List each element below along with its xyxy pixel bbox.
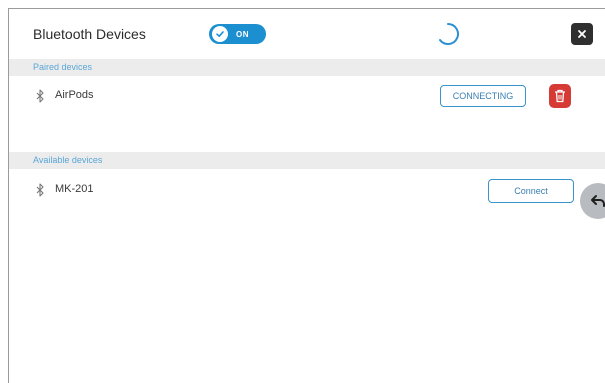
- list-item: AirPods CONNECTING: [9, 79, 605, 115]
- delete-device-button[interactable]: [549, 84, 571, 108]
- check-icon: [212, 26, 228, 42]
- loading-spinner-icon: [436, 22, 460, 46]
- connect-button[interactable]: Connect: [488, 179, 574, 203]
- close-icon: [578, 30, 586, 38]
- undo-button[interactable]: [580, 183, 605, 219]
- toggle-label: ON: [236, 29, 249, 39]
- bluetooth-panel: Bluetooth Devices ON Paired devices AirP…: [8, 8, 605, 383]
- panel-header: Bluetooth Devices ON: [9, 9, 605, 59]
- close-button[interactable]: [571, 23, 593, 45]
- trash-icon: [555, 89, 565, 103]
- device-name: MK-201: [55, 183, 94, 195]
- list-item: MK-201 Connect: [9, 173, 605, 209]
- section-label: Paired devices: [33, 62, 93, 72]
- available-devices-header: Available devices: [9, 152, 605, 169]
- device-name: AirPods: [55, 89, 94, 101]
- bluetooth-icon: [35, 89, 45, 103]
- section-label: Available devices: [33, 155, 103, 165]
- page-title: Bluetooth Devices: [33, 26, 146, 42]
- connecting-button[interactable]: CONNECTING: [440, 85, 526, 107]
- bluetooth-toggle[interactable]: ON: [209, 24, 266, 44]
- bluetooth-icon: [35, 183, 45, 197]
- paired-devices-header: Paired devices: [9, 59, 605, 76]
- undo-icon: [591, 195, 605, 207]
